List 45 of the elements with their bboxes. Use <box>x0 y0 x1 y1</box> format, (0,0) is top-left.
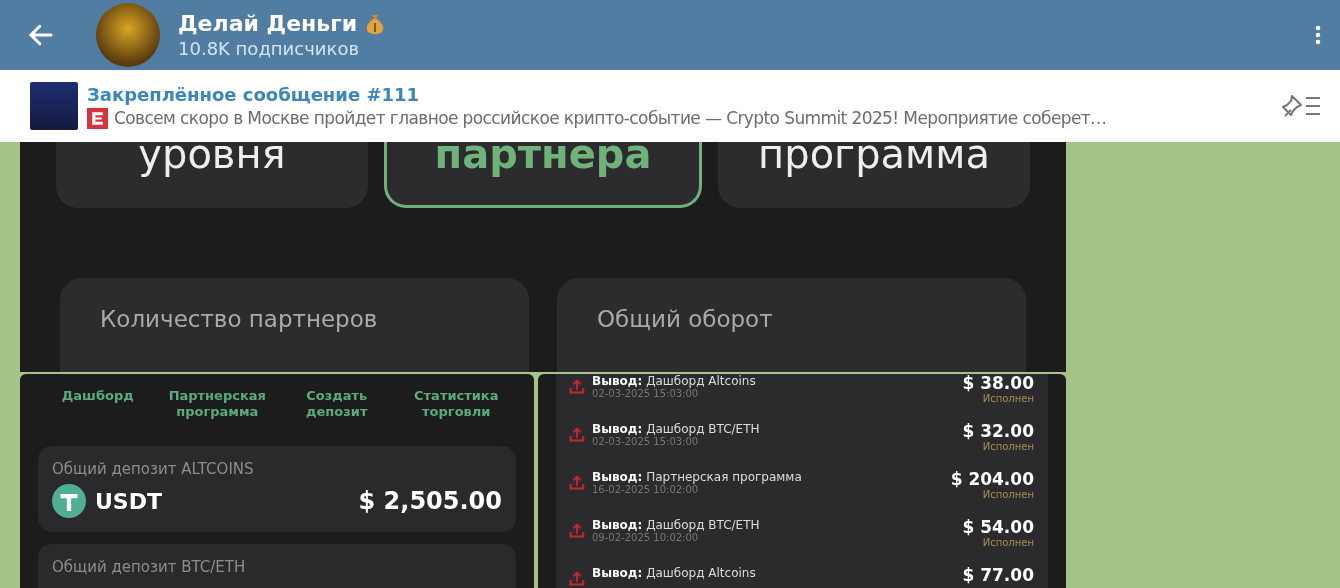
transaction-amount: $ 38.00 <box>962 374 1034 393</box>
stat-card: Количество партнеров <box>60 278 529 372</box>
pin-list-icon[interactable] <box>1282 93 1322 119</box>
withdraw-icon <box>568 570 586 588</box>
nav-item[interactable]: Создать депозит <box>284 388 390 420</box>
withdraw-icon <box>568 426 586 444</box>
more-menu-icon[interactable] <box>1314 23 1322 47</box>
transaction-amount: $ 32.00 <box>962 422 1034 441</box>
deposit-amount: $ 2,505.00 <box>358 487 502 515</box>
transaction-date: 16-02-2025 10:02:00 <box>592 484 700 496</box>
transaction-status: Исполнен <box>982 441 1034 453</box>
transaction-amount: $ 204.00 <box>950 470 1034 489</box>
transaction-amount: $ 54.00 <box>962 518 1034 537</box>
transaction-title: Вывод: Дашборд Altcoins <box>592 566 757 580</box>
nav-item[interactable]: Партнерская программа <box>164 388 270 420</box>
channel-title: Делай Деньги <box>178 11 358 36</box>
transaction-status: Исполнен <box>982 489 1034 501</box>
transaction-date: 02-03-2025 15:03:00 <box>592 436 700 448</box>
pinned-text: Совсем скоро в Москве пройдет главное российское крипто-событие — Crypto Summit 2025! Мероприятие соберет… <box>114 108 1107 128</box>
pinned-thumbnail <box>30 82 78 130</box>
currency-name: USDT <box>95 488 163 514</box>
nav-item[interactable]: Статистика торговли <box>403 388 509 420</box>
deposit-label: Общий депозит ALTCOINS <box>52 460 255 478</box>
transaction-title: Вывод: Дашборд BTC/ETH <box>592 518 761 532</box>
withdraw-icon <box>568 474 586 492</box>
transaction-date: 02-03-2025 15:03:00 <box>592 388 700 400</box>
transaction-date: 09-02-2025 10:02:00 <box>592 532 700 544</box>
transaction-amount: $ 77.00 <box>962 566 1034 585</box>
level-tab[interactable]: уровня <box>56 142 368 208</box>
transaction-status: Исполнен <box>982 537 1034 549</box>
transaction-status: Исполнен <box>982 393 1034 405</box>
withdraw-icon <box>568 522 586 540</box>
level-tab[interactable]: партнера <box>384 142 702 208</box>
subscriber-count: 10.8K подписчиков <box>178 38 361 59</box>
level-tab[interactable]: программа <box>718 142 1030 208</box>
document-icon <box>87 107 108 129</box>
pinned-title: Закреплённое сообщение #111 <box>87 83 421 105</box>
transaction-title: Вывод: Партнерская программа <box>592 470 803 484</box>
tether-coin-icon <box>52 484 86 518</box>
nav-item[interactable]: Дашборд <box>45 388 151 420</box>
transaction-title: Вывод: Дашборд BTC/ETH <box>592 422 761 436</box>
stat-card: Общий оборот <box>557 278 1026 372</box>
deposit-label: Общий депозит BTC/ETH <box>52 558 247 576</box>
transaction-title: Вывод: Дашборд Altcoins <box>592 374 757 388</box>
withdraw-icon <box>568 378 586 396</box>
